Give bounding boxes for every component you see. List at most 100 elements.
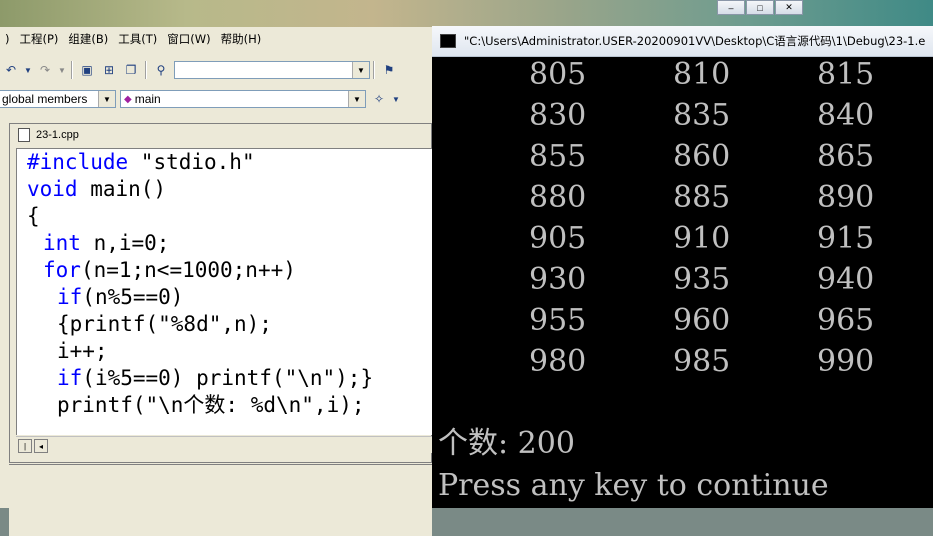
- workspace-icon[interactable]: ▣: [78, 61, 96, 79]
- wizard-bar: global members ▼ ◆ main ▼ ✧ ▼: [0, 87, 432, 111]
- menu-item-help[interactable]: 帮助(H): [216, 27, 267, 51]
- console-number: 805: [529, 57, 587, 92]
- console-number: 915: [817, 221, 875, 256]
- undo-icon[interactable]: ↶: [2, 61, 20, 79]
- editor-window: 23-1.cpp #include "stdio.h" void main(){i…: [9, 123, 433, 463]
- editor-titlebar: 23-1.cpp: [10, 124, 431, 146]
- code-keyword: void: [27, 177, 78, 201]
- console-number: 830: [529, 98, 587, 133]
- menu-item-build[interactable]: 组建(B): [63, 27, 113, 51]
- menu-item-project[interactable]: 工程(P): [15, 27, 64, 51]
- redo-icon[interactable]: ↷: [36, 61, 54, 79]
- file-icon: [18, 128, 30, 142]
- scroll-left-icon[interactable]: |: [18, 439, 32, 453]
- code-keyword: if: [57, 366, 83, 390]
- window-list-icon[interactable]: ❐: [122, 61, 140, 79]
- window-controls: – □ ✕: [717, 0, 804, 15]
- menu-item-tools[interactable]: 工具(T): [113, 27, 162, 51]
- console-number: 890: [817, 180, 875, 215]
- code-text: n,i=0;: [80, 231, 170, 255]
- console-number: 965: [817, 303, 875, 338]
- horizontal-scrollbar[interactable]: | ◂: [16, 436, 432, 453]
- console-number: 910: [673, 221, 731, 256]
- console-title: "C:\Users\Administrator.USER-20200901VV\…: [464, 34, 926, 48]
- console-number: 930: [529, 262, 587, 297]
- console-window: "C:\Users\Administrator.USER-20200901VV\…: [432, 26, 933, 508]
- console-number: 855: [529, 139, 587, 174]
- console-titlebar: "C:\Users\Administrator.USER-20200901VV\…: [432, 26, 933, 57]
- console-number: 905: [529, 221, 587, 256]
- console-app-icon: [440, 34, 456, 48]
- console-number: 955: [529, 303, 587, 338]
- output-panel: [9, 464, 432, 536]
- scroll-left-arrow-icon[interactable]: ◂: [34, 439, 48, 453]
- minimize-button[interactable]: –: [717, 0, 745, 15]
- console-number: 985: [673, 344, 731, 379]
- console-number: 885: [673, 180, 731, 215]
- menu-item-window[interactable]: 窗口(W): [162, 27, 215, 51]
- dropdown-arrow-icon[interactable]: ▼: [392, 90, 400, 108]
- member-combo[interactable]: ◆ main ▼: [120, 90, 366, 108]
- code-text: (i%5==0) printf("\n");}: [82, 366, 374, 390]
- code-line: printf("\n个数: %d\n",i);: [57, 392, 365, 419]
- console-number: 865: [817, 139, 875, 174]
- code-text: {: [27, 204, 40, 228]
- output-window-icon[interactable]: ⊞: [100, 61, 118, 79]
- console-number: 980: [529, 344, 587, 379]
- class-combo-value: global members: [2, 92, 88, 106]
- code-text: (n%5==0): [82, 285, 184, 309]
- code-text: printf("\n个数: %d\n",i);: [57, 393, 365, 417]
- console-number: 880: [529, 180, 587, 215]
- toolbar-separator: [373, 61, 375, 79]
- close-button[interactable]: ✕: [775, 0, 803, 15]
- console-number: 860: [673, 139, 731, 174]
- code-text: "stdio.h": [128, 150, 255, 174]
- class-combo[interactable]: global members ▼: [0, 90, 116, 108]
- menu-bar: ) 工程(P) 组建(B) 工具(T) 窗口(W) 帮助(H): [0, 27, 432, 51]
- standard-toolbar: ↶ ▼ ↷ ▼ ▣ ⊞ ❐ ⚲ ▼ ⚑: [0, 58, 432, 82]
- console-number: 960: [673, 303, 731, 338]
- code-line: #include "stdio.h": [27, 149, 255, 176]
- code-line: {: [27, 203, 40, 230]
- code-keyword: for: [43, 258, 81, 282]
- code-editor[interactable]: #include "stdio.h" void main(){int n,i=0;…: [16, 148, 433, 435]
- code-keyword: int: [43, 231, 81, 255]
- code-line: void main(): [27, 176, 166, 203]
- member-combo-value: main: [134, 92, 161, 106]
- chevron-down-icon[interactable]: ▼: [348, 91, 365, 107]
- find-combo[interactable]: ▼: [174, 61, 370, 79]
- code-line: if(i%5==0) printf("\n");}: [57, 365, 373, 392]
- dropdown-arrow-icon[interactable]: ▼: [58, 61, 66, 79]
- toolbar-separator: [145, 61, 147, 79]
- find-icon[interactable]: ⚑: [380, 61, 398, 79]
- code-keyword: if: [57, 285, 83, 309]
- code-line: for(n=1;n<=1000;n++): [43, 257, 296, 284]
- console-number: 840: [817, 98, 875, 133]
- console-number: 940: [817, 262, 875, 297]
- code-line: int n,i=0;: [43, 230, 169, 257]
- dropdown-arrow-icon[interactable]: ▼: [24, 61, 32, 79]
- console-output[interactable]: 805 810 815 830 835 840 855 860 865 880 885 890 905 9…: [432, 56, 933, 508]
- console-count-line: 个数: 200: [438, 426, 575, 461]
- code-text: i++;: [57, 339, 108, 363]
- find-in-files-icon[interactable]: ⚲: [152, 61, 170, 79]
- menu-item-prev[interactable]: ): [0, 27, 15, 51]
- code-keyword: #include: [27, 150, 129, 174]
- code-text: main(): [77, 177, 167, 201]
- console-number: 815: [817, 57, 875, 92]
- member-icon: ◆: [124, 93, 132, 105]
- code-text: {printf("%8d",n);: [57, 312, 272, 336]
- editor-file-name: 23-1.cpp: [36, 129, 79, 141]
- chevron-down-icon[interactable]: ▼: [352, 62, 369, 78]
- console-number: 990: [817, 344, 875, 379]
- chevron-down-icon[interactable]: ▼: [98, 91, 115, 107]
- console-number: 935: [673, 262, 731, 297]
- code-line: {printf("%8d",n);: [57, 311, 272, 338]
- maximize-button[interactable]: □: [746, 0, 774, 15]
- code-line: i++;: [57, 338, 108, 365]
- ide-window: ) 工程(P) 组建(B) 工具(T) 窗口(W) 帮助(H) ↶ ▼ ↷ ▼ …: [0, 27, 433, 536]
- code-text: (n=1;n<=1000;n++): [80, 258, 296, 282]
- code-line: if(n%5==0): [57, 284, 183, 311]
- wizard-action-icon[interactable]: ✧: [370, 90, 388, 108]
- console-number: 810: [673, 57, 731, 92]
